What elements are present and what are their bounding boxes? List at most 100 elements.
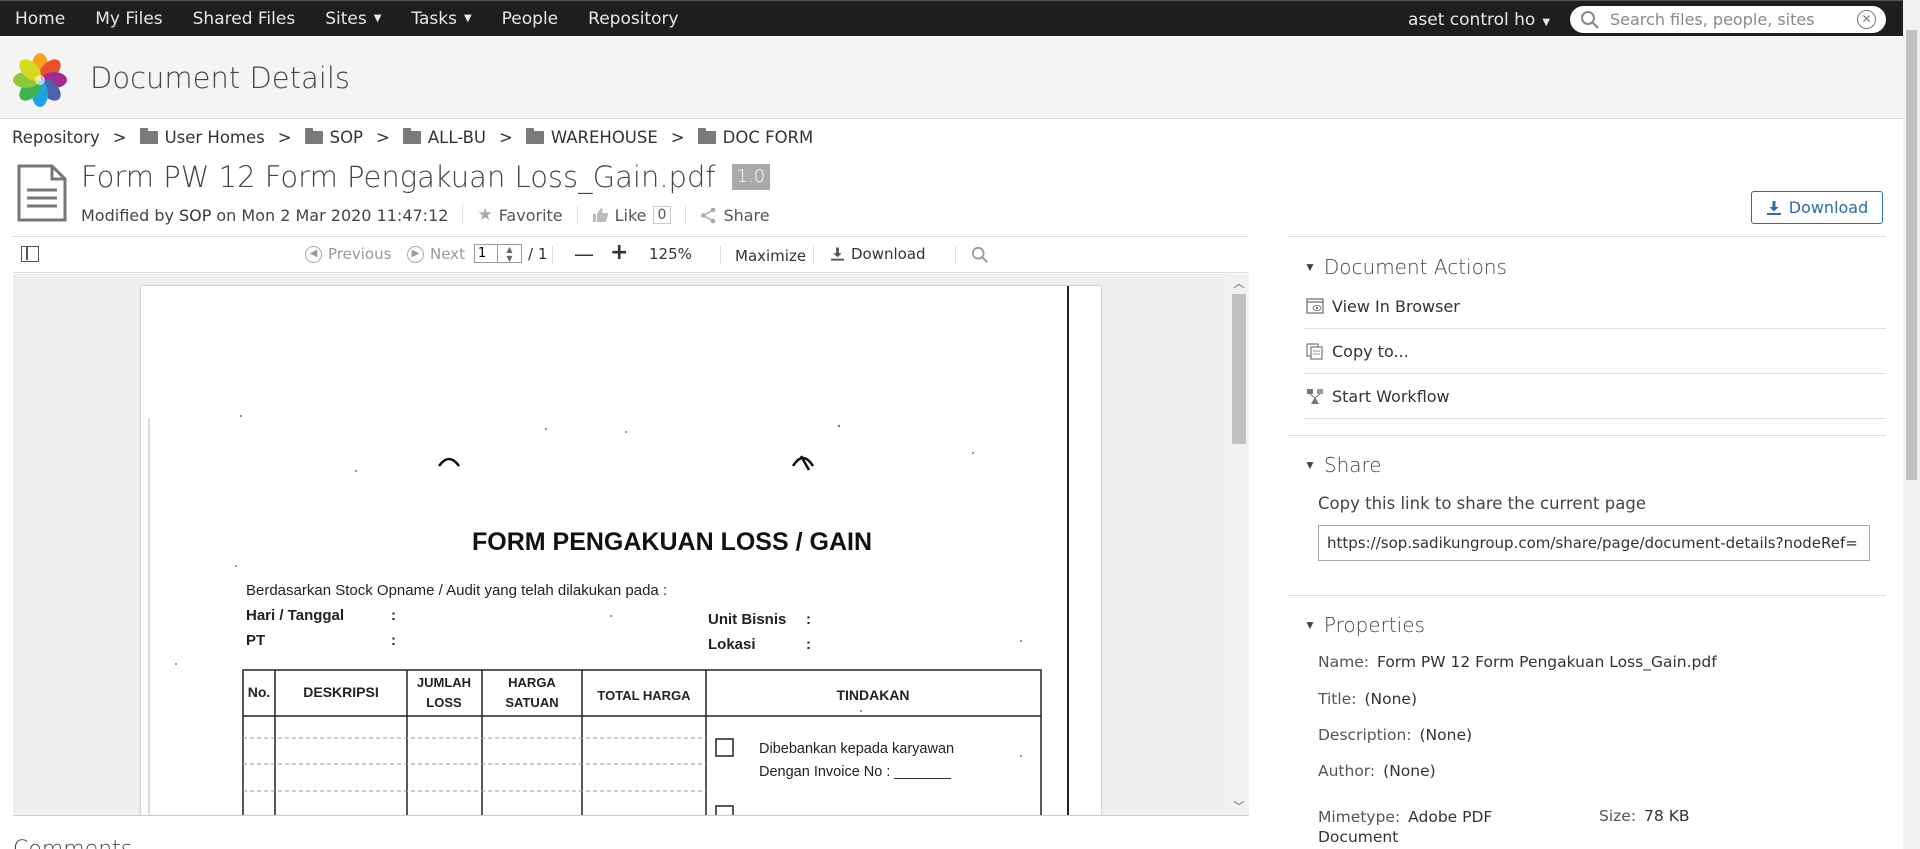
pdf-field-unit: Unit Bisnis (708, 611, 786, 628)
toolbar-divider (720, 246, 721, 264)
like-button[interactable]: Like 0 (576, 205, 672, 225)
arrow-left-icon: ◀ (305, 245, 322, 263)
pdf-field-pt: PT (246, 632, 265, 649)
share-link-input[interactable] (1318, 525, 1870, 561)
scrollbar-thumb[interactable] (1232, 294, 1246, 444)
nav-tasks[interactable]: Tasks ▼ (396, 9, 486, 29)
viewer-download-button[interactable]: Download (830, 245, 926, 263)
breadcrumb-separator: > (112, 128, 127, 147)
version-badge: 1.0 (731, 164, 771, 190)
download-label: Download (1788, 198, 1869, 217)
breadcrumb-label: SOP (329, 128, 364, 147)
comments-heading: Comments (13, 837, 132, 849)
nav-people-label: People (501, 8, 559, 29)
properties-header[interactable]: ▼ Properties (1304, 613, 1425, 637)
viewer-canvas: FORM PENGAKUAN LOSS / GAIN Berdasarkan S… (13, 274, 1229, 815)
scroll-up-icon[interactable]: ︿ (1229, 275, 1249, 291)
breadcrumb-user-homes[interactable]: User Homes (139, 128, 265, 147)
nav-people[interactable]: People (487, 9, 573, 29)
scroll-down-icon[interactable]: ﹀ (1229, 798, 1249, 814)
nav-home-label: Home (15, 8, 66, 29)
action-copy-to[interactable]: Copy to... (1304, 329, 1886, 374)
viewer-toolbar: ◀ Previous ▶ Next ▲▼ / 1 — + 125% Maximize… (13, 237, 1249, 273)
viewer-search-button[interactable] (971, 246, 989, 264)
breadcrumb: Repository > User Homes > SOP > ALL-BU >… (12, 128, 813, 147)
download-icon (1766, 200, 1781, 215)
breadcrumb-repository[interactable]: Repository (12, 128, 100, 147)
pdf-col-no: No. (248, 684, 271, 700)
section-divider (1288, 595, 1886, 596)
share-title: Share (1323, 453, 1382, 477)
favorite-button[interactable]: ★ Favorite (462, 205, 563, 225)
nav-my-files[interactable]: My Files (80, 9, 177, 29)
share-label: Share (723, 205, 770, 225)
nav-tasks-label: Tasks (411, 8, 457, 29)
breadcrumb-doc-form[interactable]: DOC FORM (697, 128, 813, 147)
thumbs-up-icon (592, 208, 608, 222)
zoom-level[interactable]: 125% (649, 245, 692, 263)
document-viewer: ◀ Previous ▶ Next ▲▼ / 1 — + 125% Maximize… (13, 236, 1249, 816)
clear-search-icon[interactable]: ✕ (1857, 10, 1876, 29)
share-header[interactable]: ▼ Share (1304, 453, 1382, 477)
search-input[interactable] (1610, 10, 1850, 29)
property-key: Title: (1318, 690, 1357, 708)
property-mimetype: Mimetype: Adobe PDF Document (1318, 807, 1492, 847)
workflow-icon (1307, 388, 1323, 404)
page-scrollbar[interactable] (1903, 0, 1920, 849)
search-icon (1581, 10, 1599, 29)
previous-page-button[interactable]: ◀ Previous (305, 245, 391, 263)
nav-shared-files-label: Shared Files (192, 8, 296, 29)
document-title: Form PW 12 Form Pengakuan Loss_Gain.pdf … (81, 160, 771, 194)
breadcrumb-all-bu[interactable]: ALL-BU (402, 128, 486, 147)
breadcrumb-label: User Homes (164, 128, 265, 147)
sidebar-toggle-icon[interactable] (21, 246, 39, 262)
breadcrumb-separator: > (376, 128, 390, 147)
next-page-button[interactable]: ▶ Next (407, 245, 465, 263)
download-button[interactable]: Download (1751, 191, 1883, 224)
page-scrollbar-thumb[interactable] (1906, 30, 1917, 480)
property-key: Mimetype: (1318, 808, 1401, 826)
toolbar-divider (813, 246, 814, 264)
action-view-in-browser[interactable]: View In Browser (1304, 284, 1886, 329)
page-title: Document Details (90, 61, 350, 95)
toolbar-divider (552, 246, 553, 264)
right-panel: ▼ Document Actions View In Browser Copy t… (1288, 236, 1886, 849)
share-button[interactable]: Share (685, 205, 770, 225)
star-icon: ★ (477, 205, 493, 225)
maximize-button[interactable]: Maximize (735, 247, 806, 265)
page-number-control: ▲▼ / 1 (474, 244, 547, 263)
user-name: aset control ho (1408, 10, 1536, 30)
property-value-continued: Document (1318, 828, 1399, 846)
property-key: Size: (1599, 807, 1637, 825)
property-value: Form PW 12 Form Pengakuan Loss_Gain.pdf (1376, 653, 1717, 671)
collapse-triangle-icon: ▼ (1304, 458, 1316, 472)
page-number-input[interactable] (474, 244, 498, 263)
modified-by-link[interactable]: SOP (179, 206, 211, 225)
action-start-workflow[interactable]: Start Workflow (1304, 374, 1886, 419)
pdf-col-action: TINDAKAN (836, 687, 909, 703)
collapse-triangle-icon: ▼ (1304, 618, 1316, 632)
folder-icon (402, 128, 421, 144)
property-description: Description: (None) (1318, 726, 1472, 744)
pdf-page: FORM PENGAKUAN LOSS / GAIN Berdasarkan S… (141, 286, 1101, 815)
pdf-page-content: FORM PENGAKUAN LOSS / GAIN Berdasarkan S… (148, 286, 1069, 815)
document-actions-header[interactable]: ▼ Document Actions (1304, 255, 1507, 279)
zoom-in-button[interactable]: + (610, 240, 628, 265)
share-icon (701, 207, 716, 223)
next-label: Next (430, 245, 465, 263)
properties-title: Properties (1323, 613, 1425, 637)
page-stepper[interactable]: ▲ ▼ (498, 244, 522, 263)
nav-shared-files[interactable]: Shared Files (178, 9, 311, 29)
zoom-out-button[interactable]: — (574, 242, 594, 266)
nav-home[interactable]: Home (0, 9, 80, 29)
breadcrumb-sop[interactable]: SOP (304, 128, 364, 147)
pdf-colon: : (806, 636, 811, 653)
property-name: Name: Form PW 12 Form Pengakuan Loss_Gain… (1318, 653, 1717, 671)
breadcrumb-warehouse[interactable]: WAREHOUSE (525, 128, 658, 147)
user-menu[interactable]: aset control ho ▼ (1408, 10, 1550, 30)
nav-sites[interactable]: Sites ▼ (310, 9, 396, 29)
pdf-col-desc: DESKRIPSI (303, 684, 378, 700)
nav-repository[interactable]: Repository (573, 9, 693, 29)
viewer-scrollbar[interactable]: ︿ ﹀ (1229, 274, 1249, 815)
previous-label: Previous (328, 245, 392, 263)
